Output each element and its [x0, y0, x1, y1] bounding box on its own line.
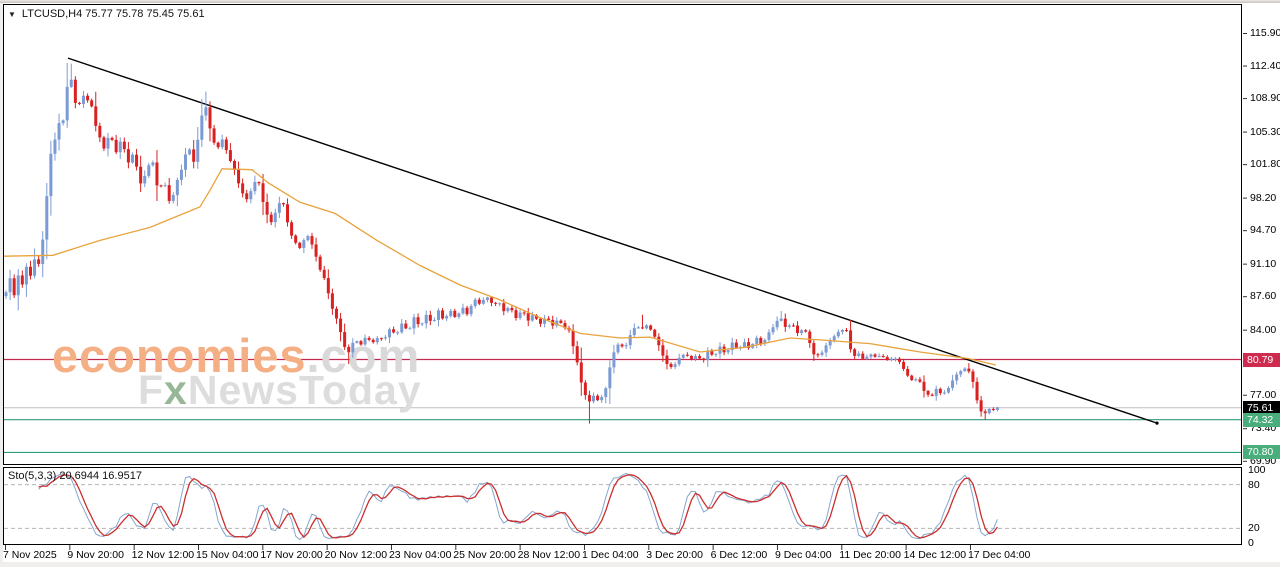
price-axis-tick-105.30: 105.30 — [1250, 126, 1280, 138]
price-axis-tick-87.60: 87.60 — [1250, 290, 1276, 302]
chart-canvas[interactable]: economies.comFxNewsToday — [0, 0, 1280, 567]
stochastic-pane — [4, 473, 1241, 539]
time-axis-label: 9 Nov 20:00 — [67, 549, 124, 561]
time-axis-label: 15 Nov 04:00 — [196, 549, 258, 561]
price-badge-80.79: 80.79 — [1243, 353, 1280, 367]
price-axis[interactable]: 115.90 112.40 108.90 105.30 101.80 98.20 94.70… — [1243, 0, 1280, 567]
time-axis-label: 14 Dec 12:00 — [904, 549, 966, 561]
watermark-fxnewstoday: FxNewsToday — [138, 367, 422, 413]
symbol-ohlc-label: LTCUSD,H4 75.77 75.78 75.45 75.61 — [22, 8, 205, 20]
time-axis-label: 20 Nov 12:00 — [325, 549, 387, 561]
price-axis-tick-91.10: 91.10 — [1250, 258, 1276, 270]
time-axis-label: 25 Nov 20:00 — [453, 549, 515, 561]
price-axis-tick-84.00: 84.00 — [1250, 324, 1276, 336]
price-axis-tick-108.90: 108.90 — [1250, 92, 1280, 104]
sto-k-line — [39, 473, 998, 539]
sto-scale-20: 20 — [1248, 522, 1260, 534]
time-axis-label: 3 Dec 20:00 — [646, 549, 703, 561]
main-pane: economies.comFxNewsToday — [3, 58, 1241, 452]
price-badge-74.32: 74.32 — [1243, 413, 1280, 427]
time-axis-label: 1 Dec 04:00 — [582, 549, 639, 561]
price-axis-tick-94.70: 94.70 — [1250, 224, 1276, 236]
time-axis[interactable]: 7 Nov 2025 9 Nov 20:00 12 Nov 12:0015 Nov … — [0, 545, 1280, 567]
time-axis-label: 7 Nov 2025 — [3, 549, 57, 561]
time-axis-label: 6 Dec 12:00 — [711, 549, 768, 561]
price-axis-tick-112.40: 112.40 — [1250, 60, 1280, 72]
symbol-dropdown-icon[interactable]: ▼ — [8, 9, 16, 20]
price-axis-tick-77.00: 77.00 — [1250, 389, 1276, 401]
time-axis-label: 17 Dec 04:00 — [968, 549, 1030, 561]
price-axis-tick-101.80: 101.80 — [1250, 158, 1280, 170]
sto-scale-100: 100 — [1248, 464, 1266, 476]
time-axis-label: 11 Dec 20:00 — [839, 549, 901, 561]
price-axis-tick-115.90: 115.90 — [1250, 27, 1280, 39]
sto-scale-80: 80 — [1248, 479, 1260, 491]
symbol-header: ▼ LTCUSD,H4 75.77 75.78 75.45 75.61 — [8, 8, 205, 20]
time-axis-label: 28 Nov 12:00 — [518, 549, 580, 561]
time-axis-label: 23 Nov 04:00 — [389, 549, 451, 561]
axis-ticks — [6, 34, 1248, 551]
time-axis-label: 12 Nov 12:00 — [132, 549, 194, 561]
time-axis-label: 17 Nov 20:00 — [260, 549, 322, 561]
stochastic-label: Sto(5,3,3) 20.6944 16.9517 — [8, 470, 142, 482]
sto-pane-border — [4, 468, 1242, 545]
price-axis-tick-98.20: 98.20 — [1250, 192, 1276, 204]
price-badge-70.80: 70.80 — [1243, 445, 1280, 459]
time-axis-label: 9 Dec 04:00 — [775, 549, 832, 561]
